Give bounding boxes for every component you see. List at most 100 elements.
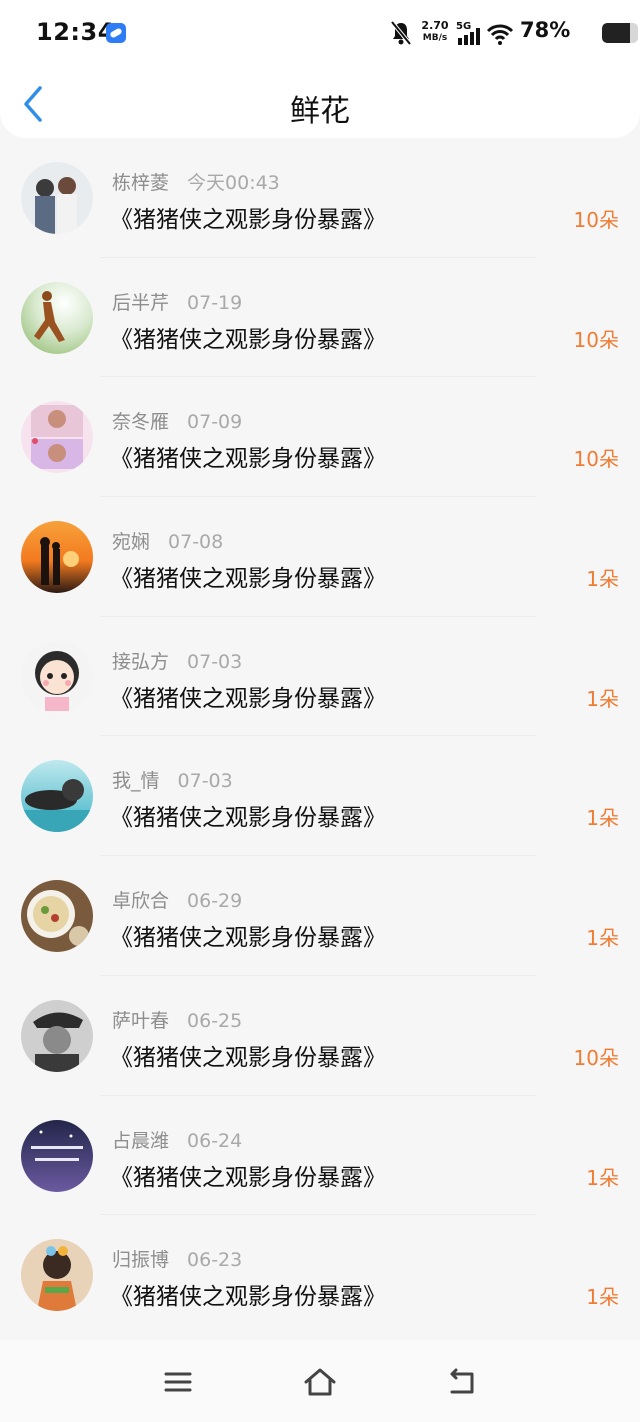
avatar[interactable]: [21, 760, 93, 833]
avatar-image-cartoon-colorful: [21, 1239, 93, 1312]
item-meta: 萨叶春 06-25: [112, 1006, 242, 1033]
username: 接弘方: [112, 650, 170, 673]
username: 我_情: [112, 770, 160, 793]
timestamp: 07-19: [187, 291, 243, 314]
item-title: 《猪猪侠之观影身份暴露》: [110, 1044, 386, 1071]
flower-count: 10朵: [573, 1045, 619, 1070]
timestamp: 今天00:43: [187, 172, 280, 194]
flower-count: 1朵: [586, 1285, 619, 1310]
avatar[interactable]: [21, 999, 93, 1072]
mute-bell-icon: [390, 20, 412, 46]
battery-icon: [602, 23, 638, 43]
list-item[interactable]: 卓欣合 06-29 《猪猪侠之观影身份暴露》 1朵: [0, 856, 640, 976]
avatar-image-runner: [21, 281, 93, 354]
net-speed-unit: MB/s: [422, 33, 448, 43]
battery-percent: 78%: [520, 18, 571, 42]
list-item[interactable]: 归振博 06-23 《猪猪侠之观影身份暴露》 1朵: [0, 1215, 640, 1335]
timestamp: 07-03: [187, 650, 243, 673]
item-meta: 奈冬雁 07-09: [112, 407, 242, 434]
avatar-image-noodle-bowl: [21, 880, 93, 953]
item-title: 《猪猪侠之观影身份暴露》: [110, 925, 386, 952]
avatar[interactable]: [21, 1239, 93, 1312]
menu-button[interactable]: [160, 1366, 196, 1398]
timestamp: 06-23: [187, 1249, 243, 1272]
battery-fill: [602, 23, 631, 43]
username: 栋梓菱: [112, 172, 170, 194]
signal-5g-icon: 5G: [456, 21, 480, 45]
avatar-image-officer: [21, 999, 93, 1072]
item-meta: 占晨潍 06-24: [112, 1126, 242, 1153]
avatar-image-couple: [21, 162, 93, 234]
item-title: 《猪猪侠之观影身份暴露》: [110, 207, 386, 233]
menu-icon: [164, 1372, 192, 1392]
avatar[interactable]: [21, 880, 93, 953]
username: 萨叶春: [112, 1009, 170, 1032]
net-speed-value: 2.70: [421, 19, 449, 32]
item-title: 《猪猪侠之观影身份暴露》: [110, 446, 386, 473]
wifi-icon: [486, 24, 514, 45]
avatar-image-girl-pink: [21, 401, 93, 474]
list-item[interactable]: 我_情 07-03 《猪猪侠之观影身份暴露》 1朵: [0, 736, 640, 857]
system-nav-bar: [0, 1340, 640, 1422]
avatar-image-sunset-couple: [21, 521, 93, 594]
flower-count: 1朵: [586, 806, 619, 831]
avatar-image-cartoon-girl: [21, 640, 93, 713]
system-back-button[interactable]: [444, 1366, 480, 1398]
username: 归振博: [112, 1249, 170, 1272]
item-title: 《猪猪侠之观影身份暴露》: [110, 1164, 386, 1191]
list-item[interactable]: 后半芹 07-19 《猪猪侠之观影身份暴露》 10朵: [0, 258, 640, 378]
timestamp: 07-09: [187, 411, 243, 434]
nav-header: 鲜花: [0, 72, 640, 138]
flower-count: 1朵: [586, 926, 619, 951]
item-title: 《猪猪侠之观影身份暴露》: [110, 566, 386, 593]
home-icon: [304, 1368, 336, 1396]
item-title: 《猪猪侠之观影身份暴露》: [110, 326, 386, 353]
item-title: 《猪猪侠之观影身份暴露》: [110, 685, 386, 712]
app-notification-icon: [106, 23, 126, 43]
item-meta: 接弘方 07-03: [112, 647, 242, 674]
page-title: 鲜花: [290, 94, 350, 129]
avatar-image-buddha-water: [21, 760, 93, 833]
timestamp: 06-24: [187, 1129, 243, 1152]
back-icon: [450, 1368, 474, 1394]
list-item[interactable]: 接弘方 07-03 《猪猪侠之观影身份暴露》 1朵: [0, 617, 640, 737]
avatar-image-night-sky: [21, 1119, 93, 1192]
flower-count: 1朵: [586, 567, 619, 592]
item-meta: 卓欣合 06-29: [112, 886, 242, 913]
top-bar: 12:34 2.70 MB/s 5G 78% 鲜花: [0, 0, 640, 138]
item-meta: 后半芹 07-19: [112, 288, 242, 315]
flower-list: 栋梓菱 今天00:43 《猪猪侠之观影身份暴露》 10朵 后半芹 07-19 《猪猪…: [0, 138, 640, 1335]
timestamp: 07-03: [177, 770, 233, 793]
flower-count: 10朵: [573, 447, 619, 472]
timestamp: 06-25: [187, 1009, 243, 1032]
item-meta: 我_情 07-03: [112, 766, 233, 793]
net-speed: 2.70 MB/s: [418, 20, 452, 44]
avatar[interactable]: [21, 281, 93, 354]
list-item[interactable]: 宛娴 07-08 《猪猪侠之观影身份暴露》 1朵: [0, 497, 640, 617]
list-item[interactable]: 萨叶春 06-25 《猪猪侠之观影身份暴露》 10朵: [0, 976, 640, 1096]
flower-count: 1朵: [586, 686, 619, 711]
item-meta: 归振博 06-23: [112, 1245, 242, 1272]
list-item[interactable]: 占晨潍 06-24 《猪猪侠之观影身份暴露》 1朵: [0, 1096, 640, 1216]
avatar[interactable]: [21, 1119, 93, 1192]
network-type-label: 5G: [456, 21, 471, 32]
avatar[interactable]: [21, 521, 93, 594]
avatar[interactable]: [21, 162, 93, 234]
avatar[interactable]: [21, 401, 93, 474]
item-meta: 栋梓菱 今天00:43: [112, 168, 280, 195]
list-item[interactable]: 奈冬雁 07-09 《猪猪侠之观影身份暴露》 10朵: [0, 377, 640, 498]
username: 奈冬雁: [112, 411, 170, 434]
username: 卓欣合: [112, 890, 170, 913]
timestamp: 07-08: [168, 531, 224, 554]
avatar[interactable]: [21, 640, 93, 713]
item-title: 《猪猪侠之观影身份暴露》: [110, 1284, 386, 1311]
status-time: 12:34: [36, 18, 115, 46]
timestamp: 06-29: [187, 890, 243, 913]
list-item[interactable]: 栋梓菱 今天00:43 《猪猪侠之观影身份暴露》 10朵: [0, 138, 640, 258]
flower-count: 1朵: [586, 1165, 619, 1190]
username: 后半芹: [112, 291, 170, 314]
status-bar: 12:34 2.70 MB/s 5G 78%: [0, 0, 640, 66]
home-button[interactable]: [302, 1366, 338, 1398]
username: 占晨潍: [112, 1129, 170, 1152]
flower-count: 10朵: [573, 327, 619, 352]
